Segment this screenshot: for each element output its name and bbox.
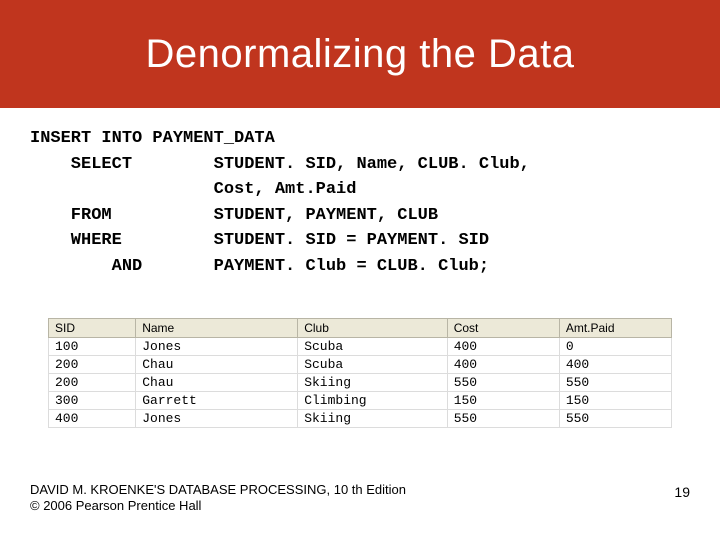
table-cell: Scuba — [298, 338, 448, 356]
table-cell: 200 — [49, 356, 136, 374]
table-cell: Garrett — [136, 392, 298, 410]
footer-line2: © 2006 Pearson Prentice Hall — [30, 498, 406, 514]
col-header: Name — [136, 319, 298, 338]
table-cell: 550 — [447, 410, 559, 428]
table-cell: Scuba — [298, 356, 448, 374]
sql-line: Cost, Amt.Paid — [30, 180, 356, 199]
col-header: Amt.Paid — [559, 319, 671, 338]
table-row: 300GarrettClimbing150150 — [49, 392, 672, 410]
table-cell: Skiing — [298, 374, 448, 392]
table-cell: 400 — [49, 410, 136, 428]
table-cell: 100 — [49, 338, 136, 356]
table-cell: Jones — [136, 338, 298, 356]
table-cell: 0 — [559, 338, 671, 356]
table-row: 200ChauSkiing550550 — [49, 374, 672, 392]
footer-attribution: DAVID M. KROENKE'S DATABASE PROCESSING, … — [30, 482, 406, 515]
col-header: SID — [49, 319, 136, 338]
col-header: Club — [298, 319, 448, 338]
sql-line: SELECT STUDENT. SID, Name, CLUB. Club, — [30, 155, 530, 174]
sql-line: AND PAYMENT. Club = CLUB. Club; — [30, 257, 489, 276]
table-row: 400JonesSkiing550550 — [49, 410, 672, 428]
table-cell: 400 — [447, 338, 559, 356]
table-cell: Chau — [136, 374, 298, 392]
table-cell: 150 — [447, 392, 559, 410]
table-cell: 300 — [49, 392, 136, 410]
table-cell: Jones — [136, 410, 298, 428]
table-row: 200ChauScuba400400 — [49, 356, 672, 374]
page-number: 19 — [674, 484, 690, 500]
sql-code-block: INSERT INTO PAYMENT_DATA SELECT STUDENT.… — [0, 108, 720, 279]
slide-title: Denormalizing the Data — [146, 32, 575, 77]
table-cell: Skiing — [298, 410, 448, 428]
table-cell: 400 — [559, 356, 671, 374]
table-cell: Chau — [136, 356, 298, 374]
table-cell: 150 — [559, 392, 671, 410]
table-cell: Climbing — [298, 392, 448, 410]
title-band: Denormalizing the Data — [0, 0, 720, 108]
table-cell: 550 — [559, 410, 671, 428]
footer-line1: DAVID M. KROENKE'S DATABASE PROCESSING, … — [30, 482, 406, 498]
table-cell: 550 — [559, 374, 671, 392]
slide: Denormalizing the Data INSERT INTO PAYME… — [0, 0, 720, 540]
sql-line: WHERE STUDENT. SID = PAYMENT. SID — [30, 231, 489, 250]
sql-line: FROM STUDENT, PAYMENT, CLUB — [30, 206, 438, 225]
table-cell: 550 — [447, 374, 559, 392]
table-row: 100JonesScuba4000 — [49, 338, 672, 356]
table-header-row: SID Name Club Cost Amt.Paid — [49, 319, 672, 338]
table-cell: 200 — [49, 374, 136, 392]
data-table-wrap: SID Name Club Cost Amt.Paid 100JonesScub… — [48, 318, 672, 428]
sql-line: INSERT INTO PAYMENT_DATA — [30, 129, 275, 148]
table-cell: 400 — [447, 356, 559, 374]
data-table: SID Name Club Cost Amt.Paid 100JonesScub… — [48, 318, 672, 428]
col-header: Cost — [447, 319, 559, 338]
